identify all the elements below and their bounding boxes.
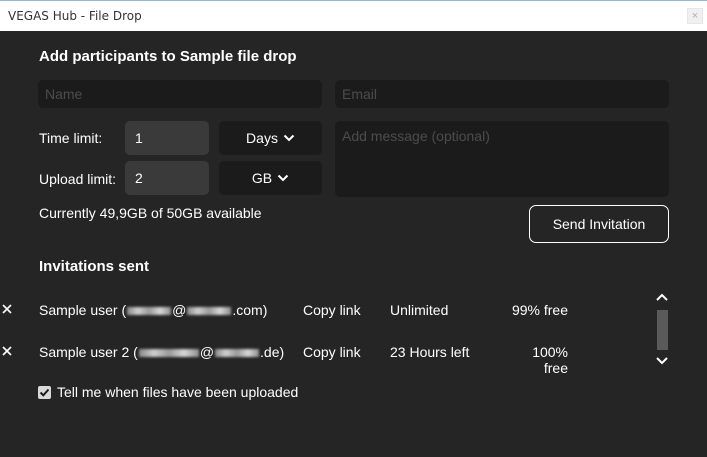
scrollbar-thumb[interactable] (657, 310, 668, 350)
invitations-sent-heading: Invitations sent (39, 258, 150, 275)
invite-time-left: 23 Hours left (390, 344, 470, 360)
invite-user: Sample user (@ .com) (39, 302, 268, 318)
time-limit-input[interactable] (125, 121, 209, 155)
upload-limit-label: Upload limit: (39, 171, 117, 187)
copy-link-button[interactable]: Copy link (303, 302, 361, 318)
available-space-text: Currently 49,9GB of 50GB available (39, 205, 262, 221)
time-unit-dropdown[interactable]: Days (219, 121, 322, 155)
title-bar: VEGAS Hub - File Drop × (0, 0, 707, 31)
close-icon[interactable] (0, 302, 14, 316)
redacted-email-domain (187, 307, 232, 316)
chevron-up-icon[interactable] (655, 292, 669, 302)
redacted-email-local (138, 349, 199, 358)
checkmark-icon (39, 388, 50, 397)
invite-user: Sample user 2 (@ .de) (39, 344, 285, 360)
chevron-down-icon (277, 174, 289, 182)
notify-checkbox[interactable] (38, 385, 51, 399)
upload-limit-input[interactable] (125, 161, 209, 195)
send-invitation-button[interactable]: Send Invitation (529, 205, 669, 243)
table-row: Sample user 2 (@ .de) Copy link 23 Hours … (0, 344, 650, 376)
time-limit-label: Time limit: (39, 130, 103, 146)
chevron-down-icon[interactable] (655, 356, 669, 366)
chevron-down-icon (283, 134, 295, 142)
upload-unit-value: GB (251, 170, 273, 186)
add-participants-heading: Add participants to Sample file drop (39, 48, 297, 65)
window-title: VEGAS Hub - File Drop (8, 9, 142, 23)
invite-free-space: 100% free (532, 344, 568, 376)
redacted-email-local (127, 307, 172, 316)
table-row: Sample user (@ .com) Copy link Unlimited … (0, 302, 650, 322)
redacted-email-domain (215, 349, 260, 358)
window-close-button[interactable]: × (687, 8, 703, 24)
email-input[interactable] (335, 80, 669, 108)
notify-label: Tell me when files have been uploaded (57, 384, 299, 400)
name-input[interactable] (38, 80, 322, 108)
invite-time-left: Unlimited (390, 302, 449, 318)
upload-unit-dropdown[interactable]: GB (219, 161, 322, 195)
close-icon[interactable] (0, 344, 14, 358)
copy-link-button[interactable]: Copy link (303, 344, 361, 360)
notify-option: Tell me when files have been uploaded (38, 384, 298, 400)
invite-free-space: 99% free (511, 302, 568, 318)
message-input[interactable] (335, 121, 669, 197)
time-unit-value: Days (246, 130, 278, 146)
